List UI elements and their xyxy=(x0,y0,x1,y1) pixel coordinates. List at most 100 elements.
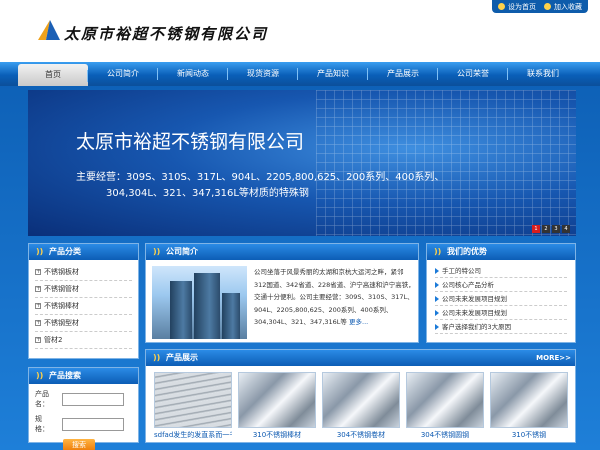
product-card[interactable]: 304不锈钢卷材 xyxy=(322,372,400,440)
set-homepage-label: 设为首页 xyxy=(508,2,536,11)
advantage-item[interactable]: 公司未来发展项目规划 xyxy=(435,292,567,306)
intro-title: 公司简介 xyxy=(166,247,198,256)
arrow-icon xyxy=(435,309,439,316)
set-homepage-link[interactable]: 设为首页 xyxy=(498,2,536,12)
category-item[interactable]: + 不锈钢管材 xyxy=(35,281,132,298)
advantage-item-label: 手工的特公司 xyxy=(442,266,481,275)
home-icon xyxy=(498,3,505,10)
product-image xyxy=(238,372,316,428)
nav-contact[interactable]: 联系我们 xyxy=(508,62,578,86)
add-favorite-link[interactable]: 加入收藏 xyxy=(544,2,582,12)
category-box: )) 产品分类 + 不锈钢板材 + 不锈钢管材 + 不锈钢棒材 + 不锈钢型材 + 管材2 xyxy=(28,243,139,359)
category-item-label: 不锈钢管材 xyxy=(44,284,79,293)
plus-icon: + xyxy=(35,336,42,343)
nav-knowledge[interactable]: 产品知识 xyxy=(298,62,368,86)
nav-products[interactable]: 产品展示 xyxy=(368,62,438,86)
search-button[interactable]: 搜索 xyxy=(63,439,95,450)
search-box: )) 产品搜索 产品名： 规 格： 搜索 xyxy=(28,367,139,450)
company-building-image xyxy=(152,266,247,339)
banner-page-2[interactable]: 2 xyxy=(542,225,550,233)
banner-page-3[interactable]: 3 xyxy=(552,225,560,233)
nav-news[interactable]: 新闻动态 xyxy=(158,62,228,86)
banner-text-line1: 主要经营：309S、310S、317L、904L、2205,800,625、20… xyxy=(76,172,445,183)
arrow-icon xyxy=(435,323,439,330)
intro-text: 公司坐落于风景秀丽的太湖和京杭大运河之畔，紧邻312国道、342省道、228省道… xyxy=(254,266,415,329)
nav-home[interactable]: 首页 xyxy=(18,64,88,86)
product-caption: 304不锈钢卷材 xyxy=(336,431,386,439)
arrow-icon xyxy=(435,281,439,288)
product-card[interactable]: 304不锈钢圆钢 xyxy=(406,372,484,440)
category-box-header: )) 产品分类 xyxy=(29,244,138,260)
nav-stock[interactable]: 现货资源 xyxy=(228,62,298,86)
banner-pager: 1 2 3 4 xyxy=(532,225,570,233)
advantage-item[interactable]: 公司未来发展项目规划 xyxy=(435,306,567,320)
advantages-title: 我们的优势 xyxy=(447,247,487,256)
plus-icon: + xyxy=(35,319,42,326)
product-image xyxy=(406,372,484,428)
category-list: + 不锈钢板材 + 不锈钢管材 + 不锈钢棒材 + 不锈钢型材 + 管材2 xyxy=(29,260,138,353)
product-caption: 310不锈钢棒材 xyxy=(252,431,302,439)
signal-icon: )) xyxy=(153,247,161,256)
intro-box: )) 公司简介 公司坐落于风景秀丽的太湖和京杭大运河之畔，紧邻312国道、342… xyxy=(145,243,419,343)
nav-company-intro[interactable]: 公司简介 xyxy=(88,62,158,86)
product-image xyxy=(154,372,232,428)
product-name-label: 产品名： xyxy=(35,390,49,408)
product-image xyxy=(490,372,568,428)
category-item-label: 不锈钢棒材 xyxy=(44,301,79,310)
signal-icon: )) xyxy=(36,371,44,380)
advantage-item-label: 公司未来发展项目规划 xyxy=(442,308,507,317)
product-card[interactable]: 310不锈钢 xyxy=(490,372,568,440)
banner-page-1[interactable]: 1 xyxy=(532,225,540,233)
spec-input[interactable] xyxy=(62,417,124,431)
search-box-header: )) 产品搜索 xyxy=(29,368,138,384)
plus-icon: + xyxy=(35,285,42,292)
star-icon xyxy=(544,3,551,10)
advantage-item[interactable]: 客户选择我们的3大原因 xyxy=(435,320,567,334)
search-title: 产品搜索 xyxy=(49,371,81,380)
category-item[interactable]: + 不锈钢型材 xyxy=(35,315,132,332)
spec-row: 规 格： xyxy=(35,414,138,434)
banner-grid-decoration xyxy=(316,90,576,236)
main-nav: 首页 公司简介 新闻动态 现货资源 产品知识 产品展示 公司荣誉 联系我们 xyxy=(0,62,600,86)
advantage-item-label: 公司核心产品分析 xyxy=(442,280,494,289)
plus-icon: + xyxy=(35,268,42,275)
arrow-icon xyxy=(435,295,439,302)
advantages-list: 手工的特公司 公司核心产品分析 公司未来发展项目规划 公司未来发展项目规划 客户… xyxy=(427,260,575,338)
intro-more-link[interactable]: 更多... xyxy=(349,318,368,326)
top-links: 设为首页 加入收藏 xyxy=(492,0,588,13)
advantage-item[interactable]: 手工的特公司 xyxy=(435,264,567,278)
advantages-box-header: )) 我们的优势 xyxy=(427,244,575,260)
plus-icon: + xyxy=(35,302,42,309)
product-caption: sdfad发生的发直系而一千 xyxy=(154,431,232,439)
banner-text-line2: 304,304L、321、347,316L等材质的特殊钢 xyxy=(106,188,309,199)
product-card[interactable]: sdfad发生的发直系而一千 xyxy=(154,372,232,440)
spec-label: 规 格： xyxy=(35,415,49,433)
products-box-header: )) 产品展示 MORE>> xyxy=(146,350,575,366)
banner[interactable]: 太原市裕超不锈钢有限公司 主要经营：309S、310S、317L、904L、22… xyxy=(28,90,576,236)
advantage-item-label: 客户选择我们的3大原因 xyxy=(442,322,512,331)
products-more-link[interactable]: MORE>> xyxy=(536,350,571,366)
product-name-row: 产品名： xyxy=(35,389,138,409)
nav-honors[interactable]: 公司荣誉 xyxy=(438,62,508,86)
logo-icon xyxy=(38,20,60,40)
advantage-item[interactable]: 公司核心产品分析 xyxy=(435,278,567,292)
category-item[interactable]: + 不锈钢棒材 xyxy=(35,298,132,315)
arrow-icon xyxy=(435,267,439,274)
site-name: 太原市裕超不锈钢有限公司 xyxy=(64,25,269,43)
add-favorite-label: 加入收藏 xyxy=(554,2,582,11)
product-name-input[interactable] xyxy=(62,392,124,406)
advantages-box: )) 我们的优势 手工的特公司 公司核心产品分析 公司未来发展项目规划 公司未来… xyxy=(426,243,576,343)
intro-body: 公司坐落于风景秀丽的太湖和京杭大运河之畔，紧邻312国道、342省道、228省道… xyxy=(254,268,415,326)
products-box: )) 产品展示 MORE>> sdfad发生的发直系而一千 310不锈钢棒材 3… xyxy=(145,349,576,443)
banner-title: 太原市裕超不锈钢有限公司 xyxy=(76,131,305,153)
banner-page-4[interactable]: 4 xyxy=(562,225,570,233)
signal-icon: )) xyxy=(36,247,44,256)
category-item[interactable]: + 管材2 xyxy=(35,332,132,349)
signal-icon: )) xyxy=(434,247,442,256)
products-title: 产品展示 xyxy=(166,353,198,362)
product-caption: 310不锈钢 xyxy=(511,431,547,439)
category-item[interactable]: + 不锈钢板材 xyxy=(35,264,132,281)
product-image xyxy=(322,372,400,428)
advantage-item-label: 公司未来发展项目规划 xyxy=(442,294,507,303)
product-card[interactable]: 310不锈钢棒材 xyxy=(238,372,316,440)
